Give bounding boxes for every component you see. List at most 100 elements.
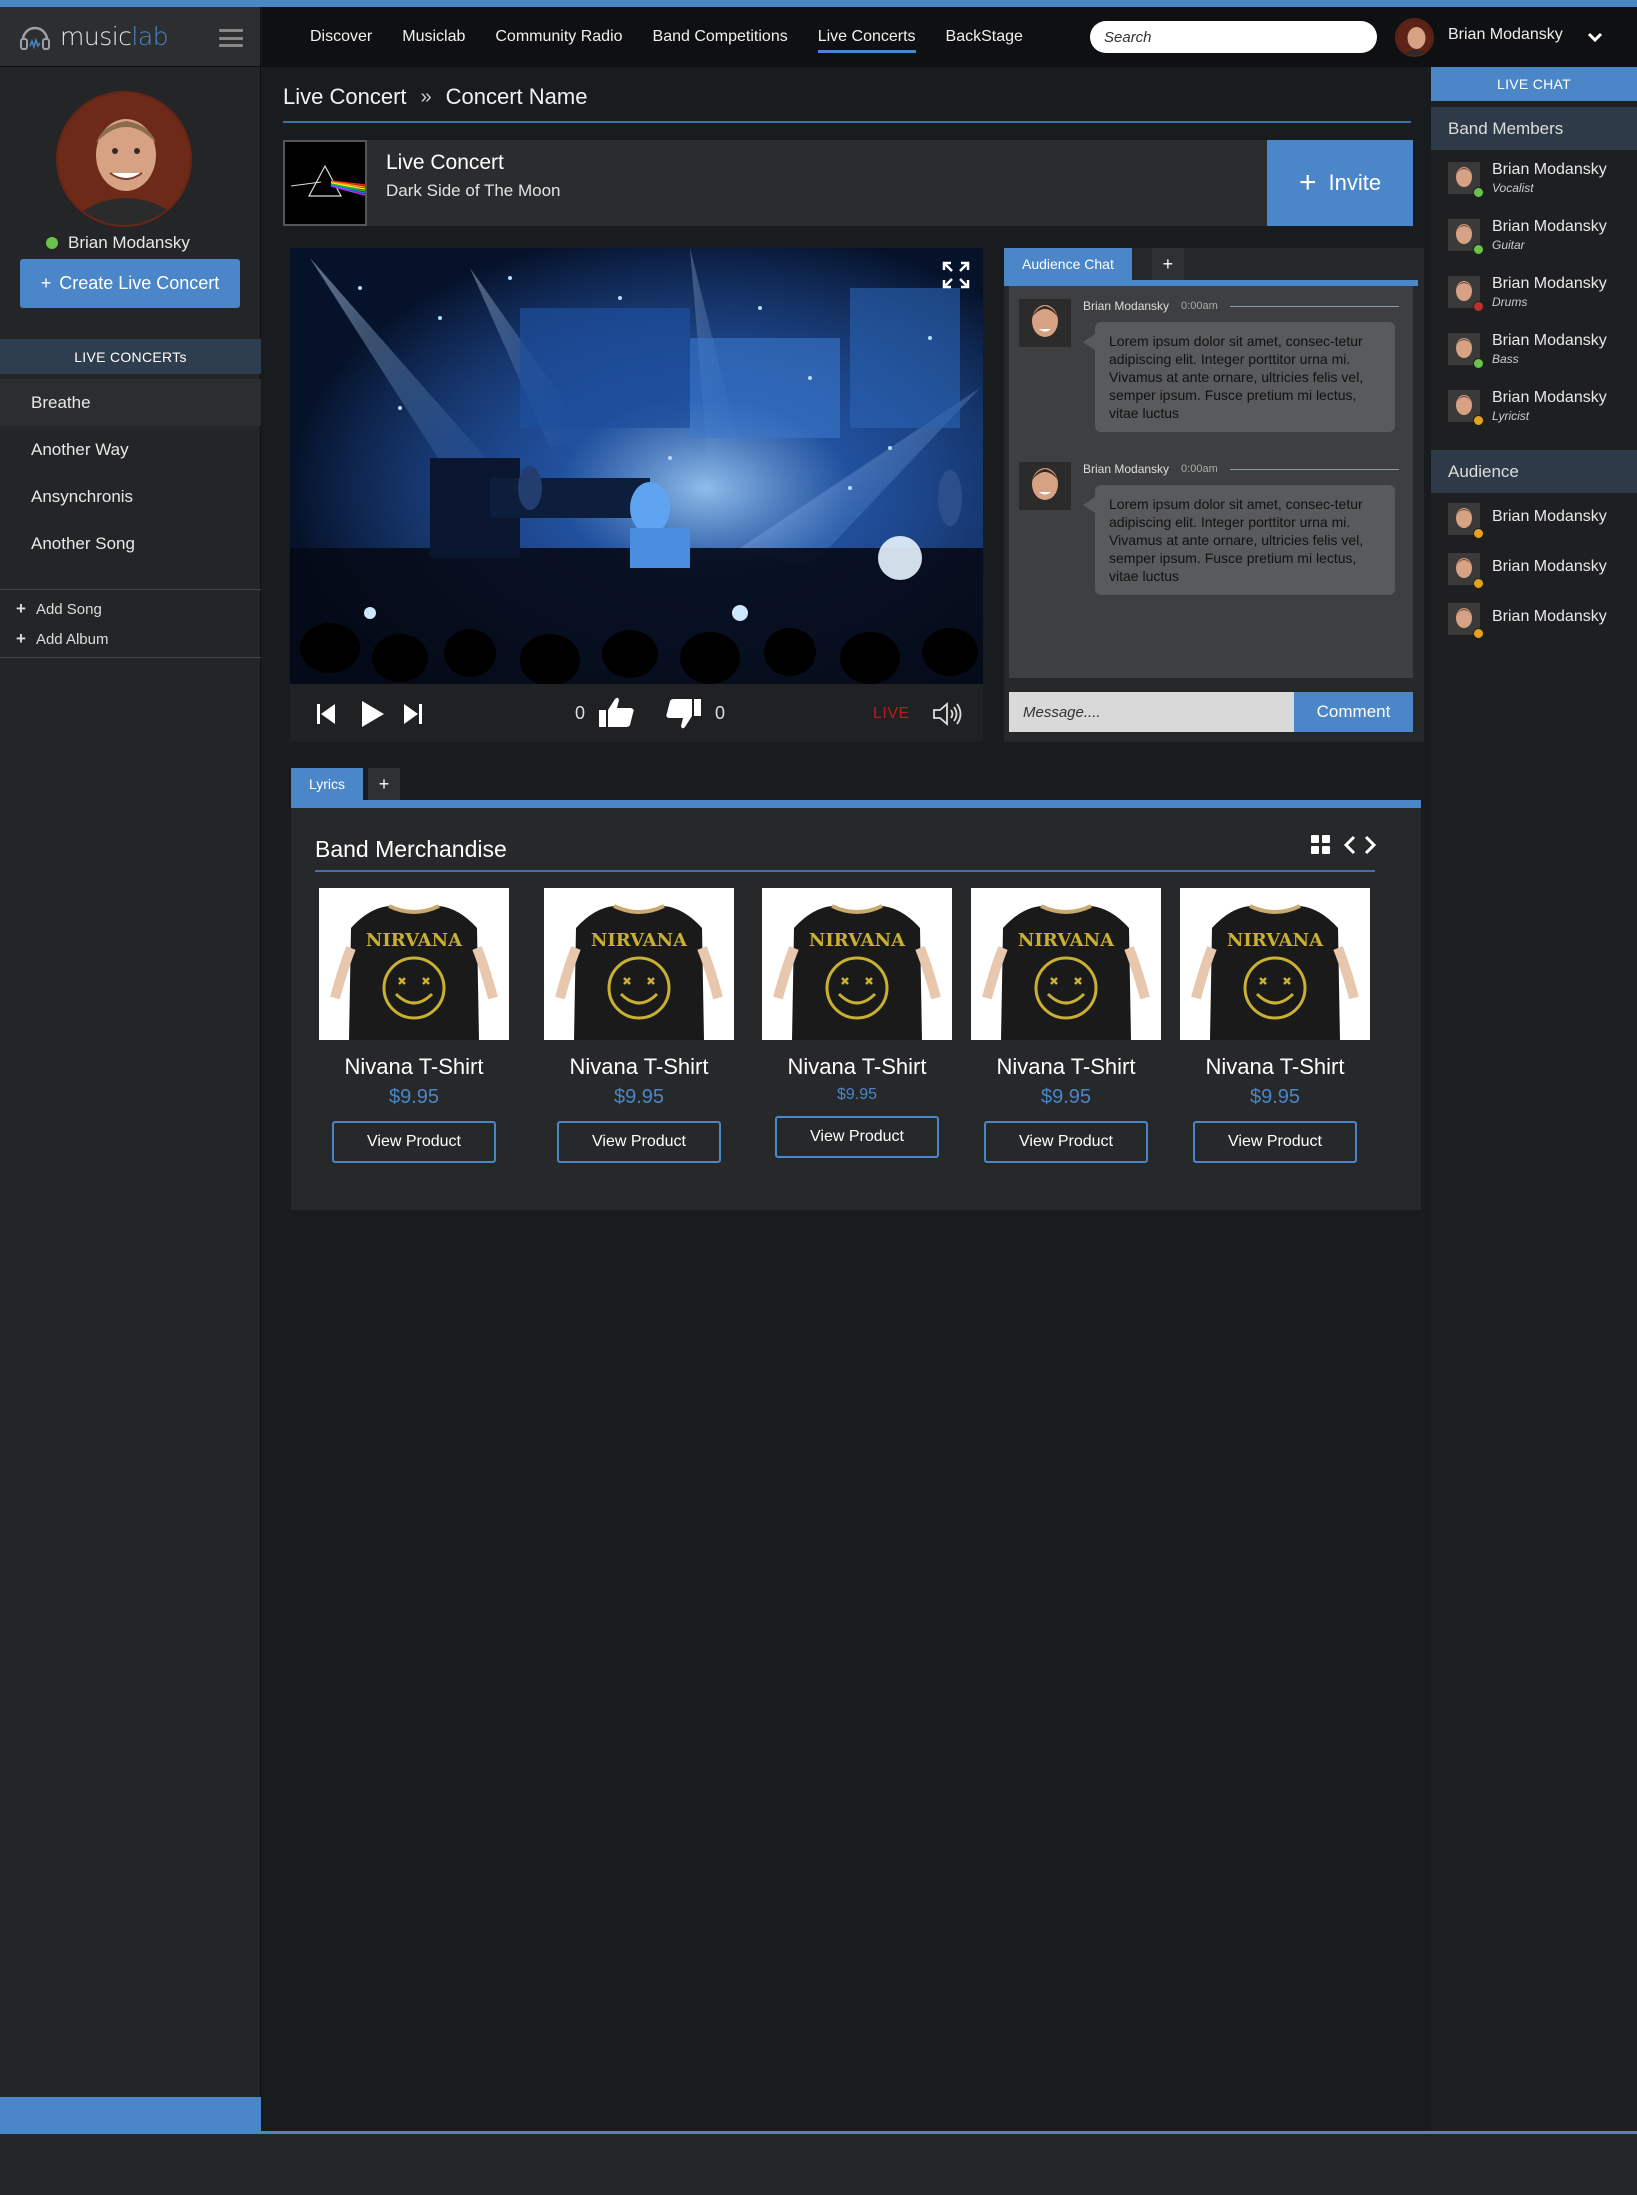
brand-name: musiclab: [60, 22, 169, 51]
view-product-button[interactable]: View Product: [775, 1116, 939, 1158]
grid-view-icon[interactable]: [1311, 835, 1331, 855]
avatar-portrait: [1019, 462, 1071, 510]
live-chat-sidebar: LIVE CHAT Band Members Brian Modansky Voc…: [1431, 67, 1637, 2131]
create-live-concert-label: Create Live Concert: [59, 273, 220, 293]
breadcrumb-separator-icon: »: [420, 85, 432, 108]
video-frame[interactable]: [290, 248, 983, 684]
tab-audience-chat[interactable]: Audience Chat: [1004, 248, 1132, 280]
shirt-print-text: NIRVANA: [591, 930, 688, 951]
play-icon[interactable]: [362, 701, 384, 727]
user-name[interactable]: Brian Modansky: [1448, 26, 1563, 44]
add-song-button[interactable]: + Add Song: [16, 599, 102, 619]
like-count: 0: [575, 703, 586, 723]
avatar: [1019, 299, 1071, 347]
audience-name: Brian Modansky: [1492, 558, 1607, 575]
view-product-button[interactable]: View Product: [332, 1121, 496, 1163]
breadcrumb-root[interactable]: Live Concert: [283, 84, 407, 110]
thumbs-up-icon[interactable]: [599, 696, 635, 728]
member-role: Bass: [1492, 352, 1519, 366]
page-footer: [0, 2134, 1637, 2195]
menu-icon[interactable]: [219, 29, 243, 47]
video-player: 0 0 LIVE: [290, 248, 983, 742]
thumbs-down-icon[interactable]: [665, 698, 701, 730]
message-author: Brian Modansky: [1083, 462, 1170, 476]
song-item[interactable]: Breathe: [0, 379, 261, 426]
view-product-button[interactable]: View Product: [1193, 1121, 1357, 1163]
status-dot: [1473, 358, 1484, 369]
live-indicator: LIVE: [873, 705, 910, 722]
top-accent-stripe: [0, 0, 1637, 7]
avatar-portrait: [1397, 20, 1432, 55]
audience-member-item[interactable]: Brian Modansky: [1431, 493, 1637, 543]
band-member-item[interactable]: Brian Modansky Vocalist: [1431, 150, 1637, 207]
chevron-right-icon[interactable]: [1363, 835, 1377, 855]
volume-icon[interactable]: [932, 702, 962, 726]
band-members-header: Band Members: [1431, 107, 1637, 150]
audience-member-item[interactable]: Brian Modansky: [1431, 543, 1637, 593]
product-image[interactable]: NIRVANA: [762, 888, 952, 1040]
product-image[interactable]: NIRVANA: [1180, 888, 1370, 1040]
headphones-icon: [20, 26, 50, 50]
merch-title: Band Merchandise: [315, 836, 507, 862]
band-member-item[interactable]: Brian Modansky Drums: [1431, 264, 1637, 321]
audience-member-item[interactable]: Brian Modansky: [1431, 593, 1637, 643]
message-meta: Brian Modansky 0:00am: [1083, 462, 1399, 476]
message-bubble: Lorem ipsum dolor sit amet, consec-tetur…: [1083, 322, 1395, 432]
product-card: NIRVANA Nivana T-Shirt $9.95 View Produc…: [971, 888, 1161, 1163]
message-input[interactable]: [1009, 692, 1294, 732]
status-dot: [1473, 415, 1484, 426]
product-image[interactable]: NIRVANA: [544, 888, 734, 1040]
nav-discover[interactable]: Discover: [310, 7, 372, 67]
view-product-button[interactable]: View Product: [557, 1121, 721, 1163]
comment-button[interactable]: Comment: [1294, 692, 1413, 732]
product-price: $9.95: [1249, 1086, 1301, 1108]
create-live-concert-button[interactable]: + Create Live Concert: [20, 259, 240, 308]
plus-icon: +: [1298, 166, 1317, 199]
add-lyrics-tab-button[interactable]: +: [368, 768, 401, 800]
band-member-item[interactable]: Brian Modansky Lyricist: [1431, 378, 1637, 435]
nav-backstage[interactable]: BackStage: [946, 7, 1023, 67]
player-controls: 0 0 LIVE: [290, 684, 983, 742]
sidebar-divider: [0, 589, 261, 590]
album-art: [283, 140, 367, 226]
chevron-down-icon[interactable]: [1585, 27, 1605, 47]
song-item[interactable]: Another Way: [0, 426, 261, 473]
invite-label: Invite: [1328, 170, 1382, 195]
fullscreen-icon[interactable]: [941, 260, 971, 290]
band-member-item[interactable]: Brian Modansky Bass: [1431, 321, 1637, 378]
top-navigation: Discover Musiclab Community Radio Band C…: [262, 7, 1637, 67]
tshirt-image: NIRVANA: [971, 888, 1161, 1040]
nav-community-radio[interactable]: Community Radio: [495, 7, 622, 67]
concert-title: Live Concert: [386, 151, 504, 174]
nav-live-concerts[interactable]: Live Concerts: [817, 7, 916, 67]
member-role: Vocalist: [1492, 181, 1534, 195]
member-role: Drums: [1492, 295, 1528, 309]
sidebar-divider: [0, 657, 261, 658]
skip-back-icon[interactable]: [317, 704, 335, 724]
profile-name: Brian Modansky: [46, 233, 190, 253]
lyrics-tab-bar: [291, 800, 1421, 808]
profile-avatar[interactable]: [56, 91, 192, 227]
user-avatar[interactable]: [1395, 18, 1434, 57]
add-chat-tab-button[interactable]: +: [1151, 248, 1184, 280]
product-image[interactable]: NIRVANA: [971, 888, 1161, 1040]
search-input[interactable]: [1090, 21, 1377, 53]
add-album-label: Add Album: [35, 630, 109, 648]
profile-name-text: Brian Modansky: [68, 233, 190, 252]
add-album-button[interactable]: + Add Album: [16, 629, 108, 649]
chevron-left-icon[interactable]: [1343, 835, 1357, 855]
skip-forward-icon[interactable]: [404, 704, 422, 724]
song-item[interactable]: Ansynchronis: [0, 473, 261, 520]
band-member-item[interactable]: Brian Modansky Guitar: [1431, 207, 1637, 264]
left-sidebar: musiclab Brian Modansky + Create Live Co…: [0, 7, 261, 2102]
invite-button[interactable]: + Invite: [1267, 140, 1413, 226]
nav-musiclab[interactable]: Musiclab: [402, 7, 465, 67]
view-product-button[interactable]: View Product: [984, 1121, 1148, 1163]
tab-lyrics[interactable]: Lyrics: [291, 768, 364, 800]
song-list: Breathe Another Way Ansynchronis Another…: [0, 379, 261, 567]
nav-band-competitions[interactable]: Band Competitions: [653, 7, 788, 67]
concert-info-bar: Live Concert Dark Side of The Moon + Inv…: [283, 140, 1413, 226]
product-image[interactable]: NIRVANA: [319, 888, 509, 1040]
song-item[interactable]: Another Song: [0, 520, 261, 567]
shirt-print-text: NIRVANA: [809, 930, 906, 951]
